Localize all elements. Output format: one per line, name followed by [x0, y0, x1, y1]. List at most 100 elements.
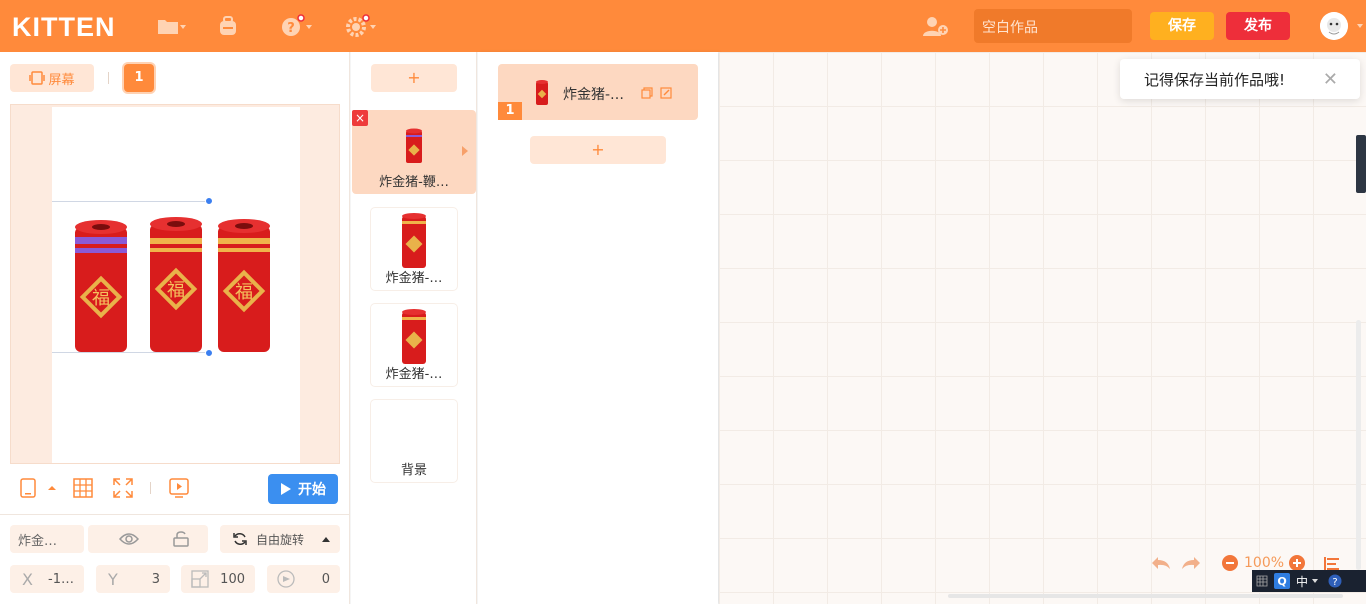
play-screen-icon [169, 478, 189, 498]
avatar[interactable] [1320, 12, 1348, 40]
x-value: -1… [48, 571, 74, 587]
add-script-button[interactable]: + [530, 136, 666, 164]
backpack-icon [220, 16, 236, 35]
ime-logo-icon: Q [1274, 573, 1290, 589]
help-icon: ? [282, 14, 305, 36]
close-icon[interactable]: ✕ [1323, 69, 1338, 90]
chevron-down-icon [370, 25, 376, 29]
toast-message: 记得保存当前作品哦! [1144, 70, 1286, 89]
chevron-down-icon [306, 25, 312, 29]
zoom-level: 100% [1244, 555, 1285, 571]
sprite-name: 炸金猪-… [385, 271, 443, 286]
device-size-dropdown[interactable] [40, 476, 64, 500]
screen-number[interactable]: 1 [124, 64, 154, 92]
chevron-down-icon[interactable] [1312, 579, 1319, 583]
redo-icon[interactable] [1180, 555, 1202, 571]
gear-icon [346, 14, 370, 37]
stage-canvas[interactable]: 福 福 福 [52, 107, 300, 463]
chevron-down-icon[interactable] [1357, 24, 1363, 28]
help-icon[interactable]: ? [1328, 574, 1342, 588]
screen-button[interactable]: 屏幕 [10, 64, 94, 92]
chevron-right-icon[interactable] [462, 146, 468, 156]
sprite-item[interactable]: × 炸金猪-鞭… [352, 110, 476, 194]
svg-text:福: 福 [235, 282, 253, 303]
script-panel: 炸金猪-… 1 + [478, 52, 718, 604]
script-thumbnail [536, 80, 548, 105]
side-tab[interactable] [1356, 135, 1366, 193]
x-position-field[interactable]: X -1… [10, 565, 84, 593]
divider [150, 482, 151, 494]
collaborate-button[interactable] [920, 12, 952, 40]
script-card[interactable]: 炸金猪-… 1 [498, 64, 698, 120]
sprite-name-field[interactable]: 炸金… [10, 525, 84, 553]
chevron-down-icon [180, 25, 186, 29]
project-name-input[interactable]: 空白作品 [974, 9, 1132, 43]
background-item[interactable]: 背景 [371, 400, 457, 482]
resize-handle[interactable] [205, 349, 213, 357]
script-title: 炸金猪-… [563, 87, 625, 103]
fullscreen-button[interactable] [111, 476, 135, 500]
scale-field[interactable]: 100 [181, 565, 255, 593]
rotate-handle[interactable] [205, 197, 213, 205]
divider [108, 72, 109, 84]
horizontal-scrollbar[interactable] [948, 594, 1343, 598]
chevron-up-icon [48, 486, 56, 490]
background-name: 背景 [400, 463, 427, 478]
start-button[interactable]: 开始 [268, 474, 338, 504]
firecracker-sprite[interactable]: 福 福 福 [70, 212, 300, 362]
zoom-out-icon[interactable] [1221, 554, 1239, 572]
save-button[interactable]: 保存 [1150, 12, 1214, 40]
sprite-name: 炸金猪-… [385, 367, 443, 382]
keyboard-grid-icon [1256, 575, 1268, 587]
sprite-list-panel: + × 炸金猪-鞭… 炸金猪-… 炸金猪-… 背景 [351, 52, 477, 604]
copy-icon[interactable] [641, 87, 653, 99]
ime-mode[interactable]: 中 [1296, 573, 1308, 590]
svg-text:福: 福 [92, 288, 110, 309]
sprite-item[interactable]: 炸金猪-… [371, 208, 457, 290]
expand-icon [113, 478, 133, 498]
settings-menu[interactable] [342, 12, 376, 40]
grid-toggle[interactable] [71, 476, 95, 500]
stage-area[interactable]: 福 福 福 [10, 104, 340, 464]
screen-icon [29, 71, 46, 85]
unlock-icon [173, 531, 189, 547]
code-canvas[interactable] [719, 52, 1366, 604]
rotation-mode-select[interactable]: 自由旋转 [220, 525, 340, 553]
help-menu[interactable]: ? [278, 12, 312, 40]
undo-icon[interactable] [1150, 555, 1172, 571]
phone-icon [20, 478, 36, 498]
backpack-button[interactable] [212, 12, 244, 40]
add-sprite-button[interactable]: + [371, 64, 457, 92]
sprite-thumbnail [402, 213, 426, 268]
svg-text:Q: Q [1277, 575, 1286, 588]
y-position-field[interactable]: Y 3 [96, 565, 170, 593]
device-size-button[interactable] [16, 476, 40, 500]
lock-toggle[interactable] [154, 525, 208, 553]
selection-box[interactable]: 福 福 福 [52, 197, 270, 357]
publish-button[interactable]: 发布 [1226, 12, 1290, 40]
top-bar: KITTEN ? 空白作品 保存 发布 [0, 0, 1366, 52]
scale-value: 100 [220, 571, 245, 587]
direction-icon [277, 570, 295, 588]
screen-label: 屏幕 [48, 72, 75, 88]
add-user-icon [923, 17, 948, 36]
folder-menu[interactable] [152, 12, 186, 40]
sprite-name-value: 炸金… [18, 533, 58, 549]
sprite-item[interactable]: 炸金猪-… [371, 304, 457, 386]
delete-sprite-icon[interactable]: × [352, 110, 368, 126]
direction-value: 0 [321, 571, 330, 587]
sprite-props-row-1: 炸金… 自由旋转 [0, 525, 350, 553]
app-logo[interactable]: KITTEN [12, 12, 116, 43]
svg-text:福: 福 [167, 280, 185, 301]
x-label: X [22, 569, 33, 589]
y-label: Y [108, 569, 118, 589]
script-number: 1 [498, 102, 522, 120]
vertical-scrollbar[interactable] [1356, 320, 1361, 570]
save-reminder-toast: 记得保存当前作品哦! ✕ [1120, 59, 1360, 99]
preview-button[interactable] [167, 476, 191, 500]
grid-icon [73, 478, 93, 498]
direction-field[interactable]: 0 [267, 565, 340, 593]
avatar-image [1320, 12, 1348, 40]
edit-icon[interactable] [660, 87, 672, 99]
rotation-mode-label: 自由旋转 [256, 532, 305, 547]
